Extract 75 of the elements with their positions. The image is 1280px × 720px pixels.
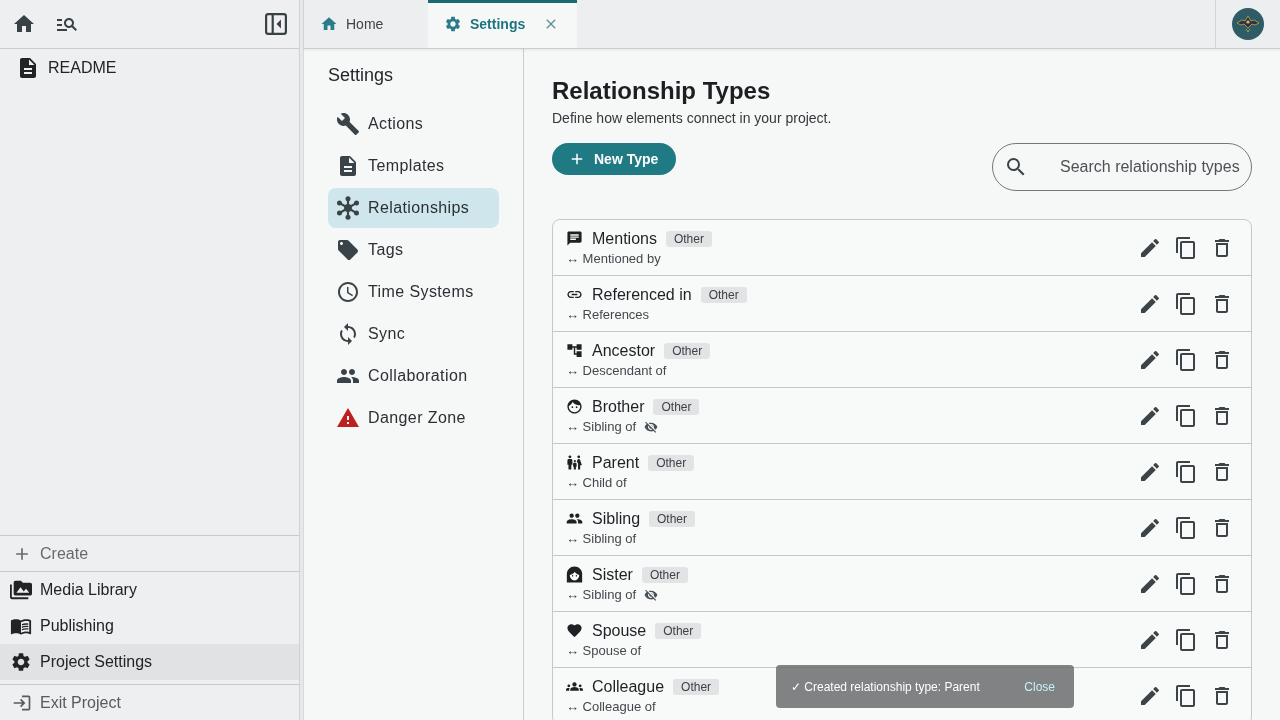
create-button[interactable]: Create [0,535,299,572]
chat-icon [566,230,583,247]
clock-icon [336,280,360,304]
type-name: Ancestor [592,341,656,360]
copy-icon [1174,459,1198,484]
type-name: Spouse [592,621,647,640]
copy-icon [1174,403,1198,428]
toast-message: ✓ Created relationship type: Parent [791,679,980,694]
home-icon [320,15,338,33]
type-name: Mentions [592,229,657,248]
settings-icon [10,651,32,673]
inverse-label: ↔ Sibling of [566,419,637,434]
category-badge: Other [653,398,700,415]
sidebar-item[interactable]: Publishing [0,608,299,644]
type-name: Sister [592,565,633,584]
category-badge: Other [665,230,712,247]
copy-icon [1174,627,1198,652]
copy-icon [1174,291,1198,316]
type-name: Sibling [592,509,641,528]
category-badge: Other [655,622,702,639]
settings-nav-item[interactable]: Templates [328,146,499,186]
settings-nav-item[interactable]: Sync [328,314,499,354]
type-name: Brother [592,397,645,416]
avatar-icon[interactable] [1232,8,1264,40]
left-panel-icon[interactable] [265,13,287,35]
settings-nav-item[interactable]: Time Systems [328,272,499,312]
inverse-label: ↔ Descendant of [566,363,667,378]
search-field[interactable]: Search relationship types [992,143,1252,191]
tab[interactable]: Home [304,0,428,48]
type-name: Parent [592,453,640,472]
settings-heading: Settings [328,64,395,87]
copy-icon [1174,571,1198,596]
category-badge: Other [664,342,711,359]
copy-icon [1174,235,1198,260]
exit-button[interactable]: Exit Project [0,684,299,720]
category-badge: Other [700,286,747,303]
page-subtitle: Define how elements connect in your project. [552,109,832,128]
inverse-label: ↔ Child of [566,475,627,490]
sidebar-item[interactable]: Project Settings [0,644,299,680]
copy-icon [1174,683,1198,708]
family-icon [566,454,583,471]
new-type-button[interactable]: New Type [552,143,677,175]
tab[interactable]: Settings [428,0,578,48]
heart-icon [566,622,583,639]
tree-item[interactable]: README [0,49,299,87]
category-badge: Other [649,510,696,527]
inverse-label: ↔ Sibling of [566,587,637,602]
inverse-label: ↔ References [566,307,650,322]
tag-icon [336,238,360,262]
face-icon [566,566,583,583]
settings-nav-item[interactable]: Actions [328,104,499,144]
copy-icon [1174,347,1198,372]
settings-nav-item[interactable]: Danger Zone [328,398,499,438]
hub-icon [336,196,360,220]
tree-icon [566,342,583,359]
sidebar-item[interactable]: Media Library [0,572,299,608]
inverse-label: ↔ Mentioned by [566,251,661,266]
warning-icon [336,406,360,430]
settings-nav-item[interactable]: Collaboration [328,356,499,396]
category-badge: Other [648,454,695,471]
type-name: Referenced in [592,285,692,304]
photo-folder-icon [10,579,32,601]
category-badge: Other [641,566,688,583]
inverse-label: ↔ Spouse of [566,643,642,658]
inverse-label: ↔ Colleague of [566,699,656,714]
wrench-icon [336,112,360,136]
copy-icon [1174,515,1198,540]
settings-nav-item[interactable]: Tags [328,230,499,270]
category-badge: Other [673,678,720,695]
type-name: Colleague [592,677,665,696]
settings-nav-item[interactable]: Relationships [328,188,499,228]
face-icon [566,398,583,415]
page-title: Relationship Types [552,76,771,106]
inverse-label: ↔ Sibling of [566,531,637,546]
settings-icon [444,15,462,33]
